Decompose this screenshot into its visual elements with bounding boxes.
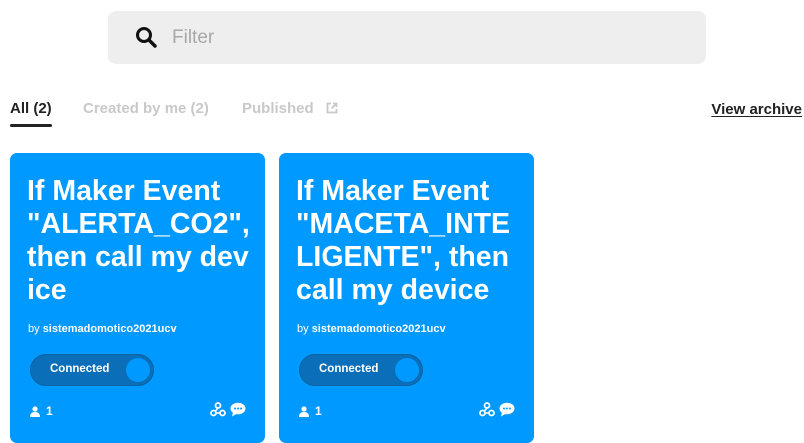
tab-published-label: Published bbox=[242, 100, 314, 117]
chat-bubble-icon bbox=[499, 402, 515, 417]
user-icon bbox=[299, 405, 309, 417]
toggle-knob bbox=[126, 358, 150, 382]
applet-author: by sistemadomotico2021ucv bbox=[28, 323, 177, 335]
tab-created-by-me-label: Created by me (2) bbox=[83, 100, 209, 117]
user-count-value: 1 bbox=[46, 404, 53, 418]
tab-all-label: All (2) bbox=[10, 100, 52, 117]
search-icon bbox=[136, 27, 157, 48]
applet-card[interactable]: If Maker Event "MACETA_INTELIGENTE", the… bbox=[279, 153, 534, 443]
connected-toggle[interactable]: Connected bbox=[30, 354, 154, 386]
tab-published[interactable]: Published bbox=[242, 100, 338, 117]
user-count: 1 bbox=[299, 404, 322, 418]
service-icons bbox=[210, 402, 246, 417]
active-tab-underline bbox=[10, 124, 52, 127]
by-prefix: by bbox=[28, 323, 40, 335]
webhooks-icon bbox=[210, 402, 226, 417]
service-icons bbox=[479, 402, 515, 417]
toggle-knob bbox=[395, 358, 419, 382]
webhooks-icon bbox=[479, 402, 495, 417]
chat-bubble-icon bbox=[230, 402, 246, 417]
connected-toggle[interactable]: Connected bbox=[299, 354, 423, 386]
search-bar[interactable]: Filter bbox=[108, 11, 706, 64]
by-prefix: by bbox=[297, 323, 309, 335]
view-archive-link[interactable]: View archive bbox=[711, 101, 802, 118]
applet-card[interactable]: If Maker Event "ALERTA_CO2", then call m… bbox=[10, 153, 265, 443]
applet-title: If Maker Event "ALERTA_CO2", then call m… bbox=[27, 175, 250, 306]
user-icon bbox=[30, 405, 40, 417]
applet-author: by sistemadomotico2021ucv bbox=[297, 323, 446, 335]
tab-all[interactable]: All (2) bbox=[10, 100, 52, 127]
author-name: sistemadomotico2021ucv bbox=[311, 323, 446, 335]
applet-title: If Maker Event "MACETA_INTELIGENTE", the… bbox=[296, 175, 511, 306]
tab-created-by-me[interactable]: Created by me (2) bbox=[83, 100, 209, 117]
user-count: 1 bbox=[30, 404, 53, 418]
toggle-label: Connected bbox=[319, 363, 379, 375]
toggle-label: Connected bbox=[50, 363, 110, 375]
search-input[interactable]: Filter bbox=[172, 27, 214, 49]
user-count-value: 1 bbox=[315, 404, 322, 418]
external-link-icon bbox=[326, 102, 338, 114]
author-name: sistemadomotico2021ucv bbox=[42, 323, 177, 335]
